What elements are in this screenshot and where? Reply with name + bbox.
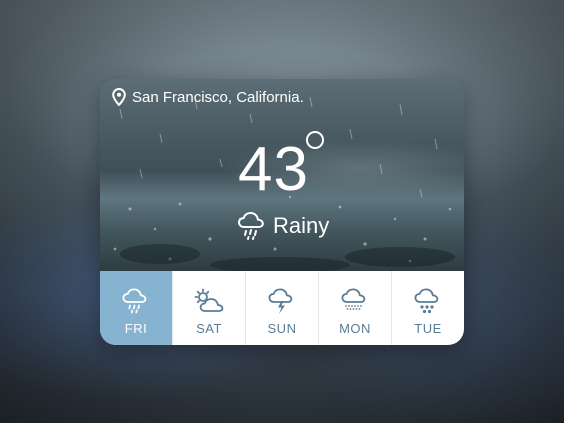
cloud-lightning-icon [268, 288, 293, 314]
forecast-day-sat[interactable]: SAT [173, 271, 246, 345]
sun-cloud-icon [194, 288, 224, 312]
cloud-rain-icon [122, 288, 147, 314]
cloud-drizzle-icon [341, 288, 366, 310]
weather-widget: San Francisco, California. 43 Rainy FRI … [100, 79, 464, 345]
condition-label: Rainy [273, 213, 330, 238]
location: San Francisco, California. [112, 88, 304, 106]
forecast-day-label: MON [339, 321, 371, 336]
current-weather-panel: San Francisco, California. 43 Rainy [100, 79, 464, 271]
forecast-day-label: FRI [124, 321, 148, 336]
degree-symbol [306, 131, 324, 149]
forecast-day-label: SAT [196, 321, 222, 336]
current-temperature: 43 [238, 135, 309, 204]
forecast-day-label: TUE [414, 321, 442, 336]
forecast-day-fri[interactable]: FRI [100, 271, 173, 345]
forecast-day-mon[interactable]: MON [319, 271, 392, 345]
forecast-day-sun[interactable]: SUN [246, 271, 319, 345]
current-condition: Rainy [237, 211, 329, 241]
forecast-bar: FRI SAT SUN MON TUE [100, 271, 464, 345]
cloud-snow-icon [414, 288, 439, 314]
cloud-rain-icon [238, 212, 264, 240]
forecast-day-tue[interactable]: TUE [392, 271, 464, 345]
location-label: San Francisco, California. [132, 88, 304, 106]
forecast-day-label: SUN [267, 321, 297, 336]
location-pin-icon [112, 88, 126, 106]
